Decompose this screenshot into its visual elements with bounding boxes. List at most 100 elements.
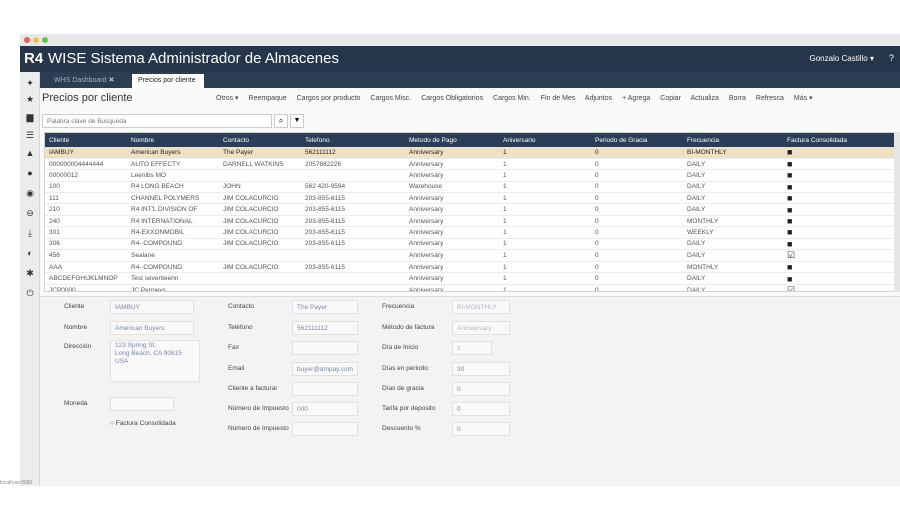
table-row[interactable]: 111 CHANNEL POLYMERS JIM COLACURCIO 203-855… <box>45 192 899 205</box>
star-icon[interactable]: ★ <box>24 94 36 105</box>
pin-icon[interactable]: ✦ <box>24 78 36 89</box>
direccion-field[interactable]: 123 Spring St. Long Beach, CA 90815 USA <box>110 340 200 382</box>
table-row[interactable]: ABCDEFGHIJKLMNOP Test seventeenn Anniversa… <box>45 272 899 285</box>
column-header[interactable]: Frecuencia <box>683 133 783 147</box>
cliente-field[interactable]: IAMBUY <box>110 300 194 314</box>
truck-icon[interactable]: ⊖ <box>24 208 36 219</box>
user-menu[interactable]: Gonzalo Castillo ▾ <box>810 54 875 63</box>
help-icon[interactable]: ? <box>889 53 894 63</box>
table-row[interactable]: JCP0000 JC Penneys Anniversary 1 0 DAILY ☑ <box>45 284 899 291</box>
table-cell: 000000004444444 <box>45 158 127 171</box>
column-header[interactable]: Contacto <box>219 133 301 147</box>
table-cell: American Buyers <box>127 147 219 159</box>
table-row[interactable]: IAMBUY American Buyers The Payer 562111112 A… <box>45 147 899 159</box>
table-cell: 1 <box>499 169 591 182</box>
chart-icon[interactable]: ▲ <box>24 148 36 158</box>
table-cell: 0 <box>591 238 683 251</box>
tab-precios-por-cliente[interactable]: Precios por cliente <box>132 74 204 88</box>
table-cell: DAILY <box>683 192 783 205</box>
telefono-field[interactable]: 562111112 <box>292 321 358 335</box>
app-title: WISE Sistema Administrador de Almacenes <box>48 50 339 67</box>
table-cell: 1 <box>499 192 591 205</box>
toolbar-otros[interactable]: Otros ▾ <box>216 95 239 102</box>
toolbar-mas[interactable]: Más ▾ <box>794 95 813 102</box>
fax-field[interactable] <box>292 341 358 355</box>
table-row[interactable]: 000000004444444 AUTO EFFECTY DARNELL WATKI… <box>45 158 899 171</box>
toolbar-adjuntos[interactable]: Adjuntos <box>585 95 612 102</box>
moneda-field[interactable] <box>110 397 174 411</box>
fax-label: Fax <box>228 344 239 351</box>
list-icon[interactable]: ☰ <box>24 130 36 141</box>
table-cell: 203-855-6115 <box>301 203 405 216</box>
table-cell: JIM COLACURCIO <box>219 203 301 216</box>
column-header[interactable]: Metodo de Pago <box>405 133 499 147</box>
toolbar-cargos-producto[interactable]: Cargos por producto <box>297 95 361 102</box>
factura-consolidada-checkbox[interactable]: ○ Factura Consolidada <box>110 420 176 427</box>
main-panel: Precios por cliente Otros ▾ Reempaque Ca… <box>40 88 900 486</box>
dias-gracia-field[interactable]: 0 <box>452 382 510 396</box>
tarifa-deposito-field[interactable]: 0 <box>452 402 510 416</box>
toolbar-borra[interactable]: Borra <box>729 95 746 102</box>
window-titlebar <box>20 34 900 46</box>
gear-icon[interactable]: ✱ <box>24 268 36 279</box>
toolbar-cargos-min[interactable]: Cargos Min. <box>493 95 531 102</box>
filter-button[interactable]: ▼ <box>290 114 304 128</box>
close-window-button[interactable] <box>24 37 30 43</box>
column-header[interactable]: Cliente <box>45 133 127 147</box>
table-cell: Anniversary <box>405 147 499 159</box>
document-icon[interactable]: ▆ <box>24 112 36 123</box>
nombre-field[interactable]: American Buyers <box>110 321 194 335</box>
toolbar-fin-de-mes[interactable]: Fin de Mes <box>541 95 576 102</box>
toolbar-copiar[interactable]: Copiar <box>660 95 681 102</box>
column-header[interactable]: Nombre <box>127 133 219 147</box>
table-row[interactable]: 306 R4- COMPOUND JIM COLACURCIO 203-855-611… <box>45 238 899 251</box>
numero-impuesto-2-field[interactable] <box>292 422 358 436</box>
toolbar-refresca[interactable]: Refresca <box>756 95 784 102</box>
toolbar-cargos-obligatorios[interactable]: Cargos Obligatorios <box>421 95 483 102</box>
toolbar-agrega[interactable]: + Agrega <box>622 95 650 102</box>
toolbar-actualiza[interactable]: Actualiza <box>690 95 718 102</box>
table-cell: 0 <box>591 158 683 171</box>
column-header[interactable]: Factura Consolidada <box>783 133 899 147</box>
table-cell: 0 <box>591 169 683 182</box>
frecuencia-field[interactable]: BI-MONTHLY <box>452 300 510 314</box>
table-row[interactable]: 00000012 Leenibs MO Anniversary 1 0 DAILY ■ <box>45 169 899 182</box>
minimize-window-button[interactable] <box>33 37 39 43</box>
column-header[interactable]: Aniversario <box>499 133 591 147</box>
table-row[interactable]: 240 R4 INTERNATIONAL JIM COLACURCIO 203-855… <box>45 215 899 228</box>
bell-icon[interactable]: ● <box>24 168 36 178</box>
table-row[interactable]: 456 Sealane Anniversary 1 0 DAILY ☑ <box>45 249 899 263</box>
search-button[interactable]: ⌕ <box>274 114 288 128</box>
dias-periodo-field[interactable]: 30 <box>452 362 510 376</box>
email-field[interactable]: buyer@ampay.com <box>292 362 358 376</box>
app-header: R4 WISE Sistema Administrador de Almacen… <box>20 46 900 72</box>
moneda-label: Moneda <box>64 400 88 407</box>
table-cell: Warehouse <box>405 181 499 194</box>
table-row[interactable]: 210 R4 INT'L DIVISION OF JIM COLACURCIO 203… <box>45 203 899 216</box>
dashboard-icon[interactable]: ◐ <box>24 248 36 258</box>
toolbar-cargos-misc[interactable]: Cargos Misc. <box>370 95 411 102</box>
table-cell: Anniversary <box>405 284 499 291</box>
table-cell: Anniversary <box>405 272 499 285</box>
tab-whs-dashboard[interactable]: WHS Dashboard ✖ <box>48 74 130 88</box>
power-icon[interactable]: ⏻ <box>24 288 36 299</box>
table-cell <box>219 169 301 182</box>
search-input[interactable]: Palabra clave de Busqueda <box>42 114 272 128</box>
eye-icon[interactable]: ◉ <box>24 188 36 199</box>
column-header[interactable]: Periodo de Gracia <box>591 133 683 147</box>
download-icon[interactable]: ⤓ <box>24 228 36 239</box>
dia-inicio-field[interactable]: 1 <box>452 341 492 355</box>
table-row[interactable]: AAA R4- COMPOUND JIM COLACURCIO 203-855-611… <box>45 261 899 274</box>
table-row[interactable]: 100 R4 LONG BEACH JOHN 562 420-9594 Warehous… <box>45 181 899 194</box>
column-header[interactable]: Telefono <box>301 133 405 147</box>
numero-impuesto-field[interactable]: 000 <box>292 402 358 416</box>
grid-scrollbar[interactable] <box>894 132 900 292</box>
cliente-facturar-field[interactable] <box>292 382 358 396</box>
table-row[interactable]: 301 R4-EXXONMOBIL JIM COLACURCIO 203-855-61… <box>45 226 899 239</box>
maximize-window-button[interactable] <box>42 37 48 43</box>
table-cell: 0 <box>591 203 683 216</box>
contacto-field[interactable]: The Payer <box>292 300 358 314</box>
toolbar-reempaque[interactable]: Reempaque <box>249 95 287 102</box>
descuento-field[interactable]: 0 <box>452 422 510 436</box>
metodo-factura-field[interactable]: Anniversary <box>452 321 510 335</box>
